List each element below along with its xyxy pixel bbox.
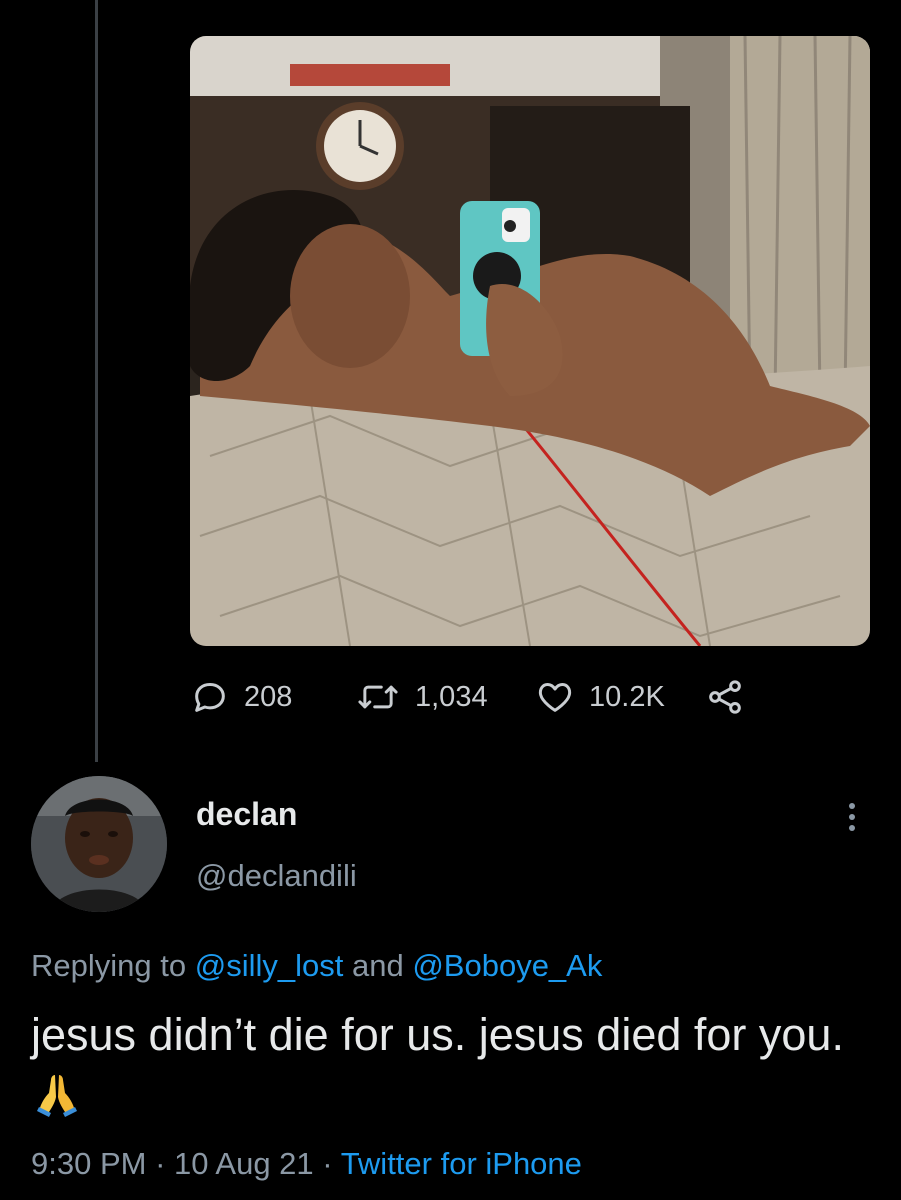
replying-prefix: Replying to bbox=[31, 948, 187, 983]
mention-link-boboye-ak[interactable]: @Boboye_Ak bbox=[412, 948, 602, 983]
user-handle[interactable]: @declandili bbox=[196, 858, 357, 894]
avatar[interactable] bbox=[31, 776, 167, 912]
more-dot bbox=[849, 803, 855, 809]
thread-connector-line bbox=[95, 0, 98, 762]
reply-count: 208 bbox=[244, 680, 293, 713]
retweet-action[interactable]: 1,034 bbox=[355, 677, 535, 717]
tweet-source-link[interactable]: Twitter for iPhone bbox=[341, 1146, 582, 1181]
tweet-metadata: 9:30 PM · 10 Aug 21 · Twitter for iPhone bbox=[31, 1146, 582, 1182]
mention-joiner: and bbox=[351, 948, 404, 983]
like-action[interactable]: 10.2K bbox=[535, 677, 705, 717]
reply-icon bbox=[195, 683, 225, 712]
mention-link-silly-lost[interactable]: @silly_lost bbox=[195, 948, 344, 983]
display-name[interactable]: declan bbox=[196, 796, 297, 833]
tweet-date: 10 Aug 21 bbox=[174, 1146, 314, 1181]
photo-illustration bbox=[190, 36, 870, 646]
tweet-photo[interactable] bbox=[190, 36, 870, 646]
meta-separator: · bbox=[322, 1146, 333, 1181]
more-dot bbox=[849, 825, 855, 831]
share-icon bbox=[709, 680, 741, 714]
share-action[interactable] bbox=[705, 677, 745, 717]
reply-action[interactable]: 208 bbox=[190, 677, 355, 717]
like-count: 10.2K bbox=[589, 680, 665, 713]
avatar-photo bbox=[31, 776, 167, 912]
more-options-icon[interactable] bbox=[838, 800, 866, 840]
folded-hands-icon bbox=[35, 1071, 79, 1132]
replying-to-line: Replying to @silly_lost and @Boboye_Ak bbox=[31, 948, 602, 984]
tweet-time: 9:30 PM bbox=[31, 1146, 147, 1181]
tweet-text: jesus didn’t die for us. jesus died for … bbox=[31, 1009, 844, 1060]
tweet-body: jesus didn’t die for us. jesus died for … bbox=[31, 1004, 881, 1132]
like-icon bbox=[538, 683, 572, 712]
tweet-action-bar: 208 1,034 10.2K bbox=[190, 672, 745, 722]
retweet-count: 1,034 bbox=[415, 680, 488, 713]
meta-separator: · bbox=[155, 1146, 166, 1181]
more-dot bbox=[849, 814, 855, 820]
retweet-icon bbox=[358, 685, 398, 709]
